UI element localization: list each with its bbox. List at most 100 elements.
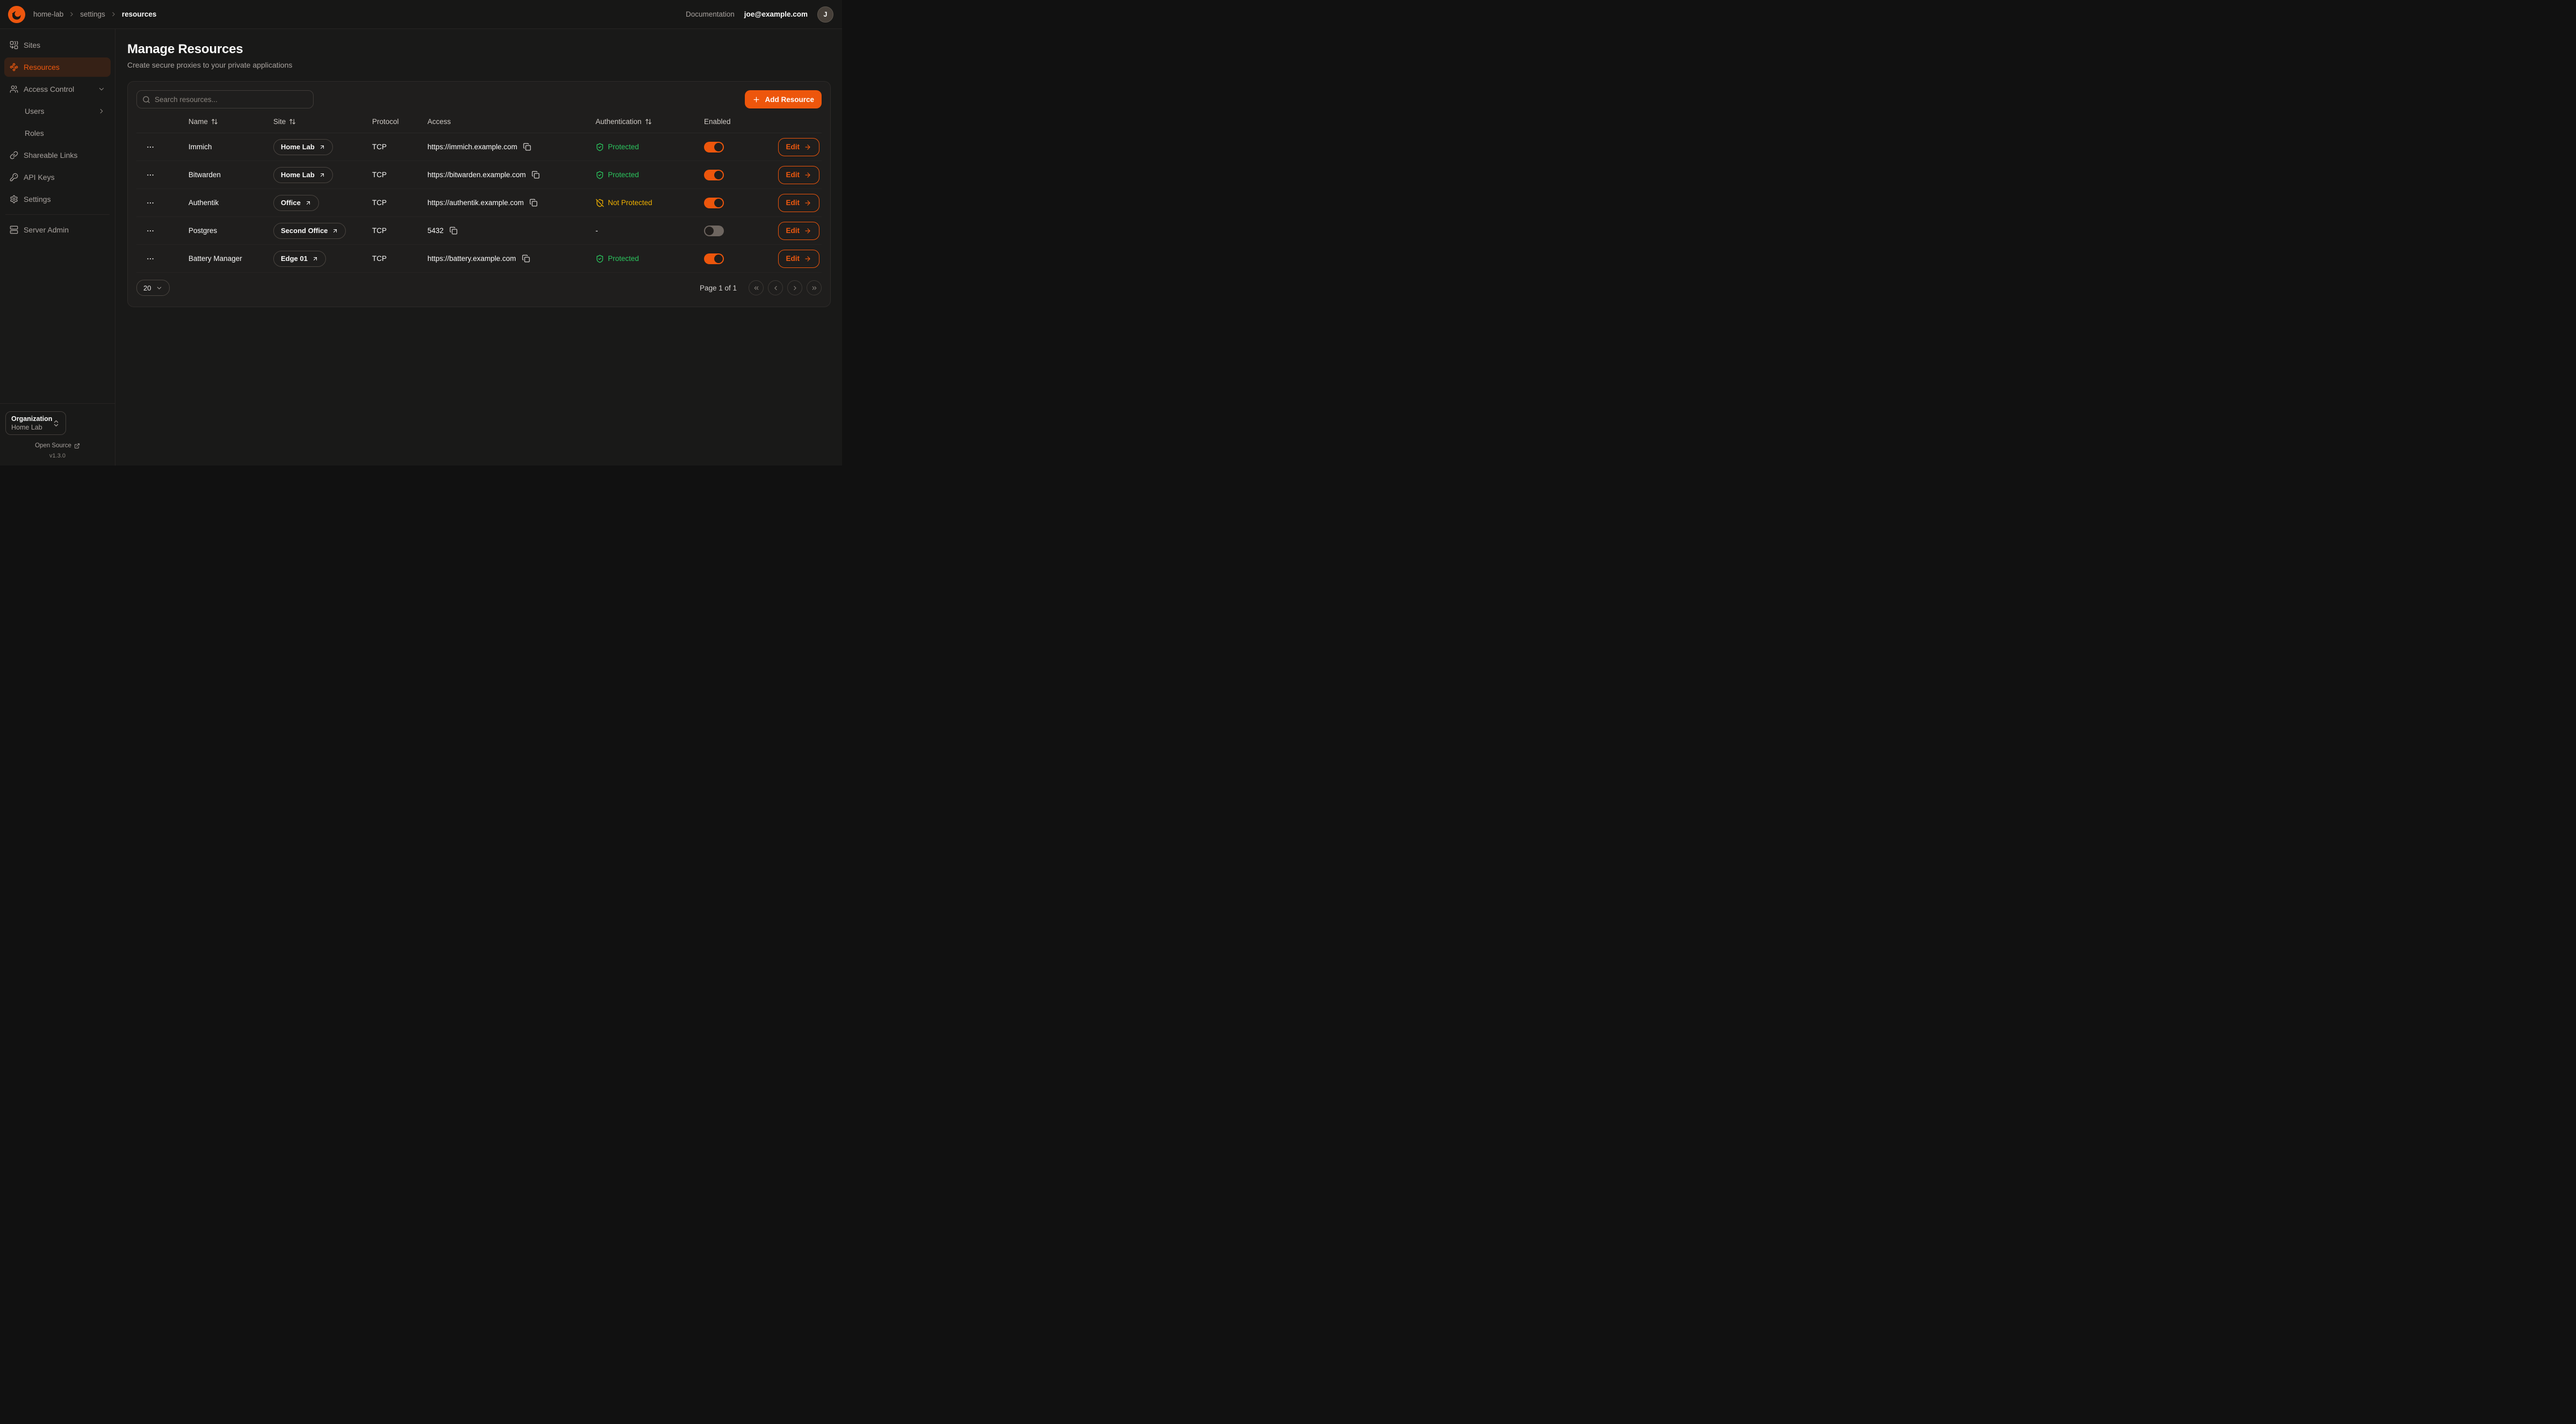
chevron-left-icon: [772, 285, 779, 292]
table-row: Bitwarden Home Lab TCP https://bitwarden…: [136, 161, 822, 189]
chevron-down-icon: [156, 285, 163, 292]
column-header-name[interactable]: Name: [188, 118, 273, 126]
resource-access-url: https://authentik.example.com: [427, 199, 524, 207]
row-menu-button[interactable]: [144, 252, 157, 265]
add-resource-button[interactable]: Add Resource: [745, 90, 822, 108]
breadcrumb-home-lab[interactable]: home-lab: [33, 10, 63, 18]
add-resource-label: Add Resource: [765, 96, 814, 104]
sidebar-item-label: Access Control: [24, 85, 92, 93]
table-row: Battery Manager Edge 01 TCP https://batt…: [136, 245, 822, 273]
shield-check-icon: [596, 171, 604, 179]
chevrons-right-icon: [811, 285, 818, 292]
sidebar-item-label: Settings: [24, 195, 105, 204]
row-menu-button[interactable]: [144, 169, 157, 181]
edit-button[interactable]: Edit: [778, 250, 820, 268]
resource-protocol: TCP: [372, 171, 427, 179]
copy-icon[interactable]: [521, 253, 531, 264]
sort-icon: [645, 118, 652, 125]
resource-protocol: TCP: [372, 255, 427, 263]
edit-button[interactable]: Edit: [778, 138, 820, 156]
sidebar-item-access-control[interactable]: Access Control: [4, 79, 111, 99]
site-link-button[interactable]: Home Lab: [273, 167, 333, 183]
documentation-link[interactable]: Documentation: [686, 10, 735, 18]
arrow-right-icon: [804, 255, 811, 263]
enabled-toggle[interactable]: [704, 198, 724, 208]
site-link-button[interactable]: Edge 01: [273, 251, 326, 267]
sidebar-item-users[interactable]: Users: [4, 101, 111, 121]
sidebar-item-settings[interactable]: Settings: [4, 190, 111, 209]
last-page-button[interactable]: [807, 280, 822, 295]
copy-icon[interactable]: [448, 226, 459, 236]
breadcrumb-settings[interactable]: settings: [80, 10, 105, 18]
sidebar-divider: [5, 214, 110, 215]
search-input[interactable]: [155, 96, 308, 104]
column-header-authentication[interactable]: Authentication: [596, 118, 704, 126]
chevron-down-icon: [98, 85, 105, 93]
enabled-toggle[interactable]: [704, 142, 724, 152]
copy-icon[interactable]: [528, 198, 539, 208]
page-subtitle: Create secure proxies to your private ap…: [127, 61, 831, 69]
resource-protocol: TCP: [372, 227, 427, 235]
breadcrumb-separator-icon: [68, 11, 75, 18]
table-row: Authentik Office TCP https://authentik.e…: [136, 189, 822, 217]
open-source-link[interactable]: Open Source: [5, 442, 110, 449]
site-link-button[interactable]: Second Office: [273, 223, 346, 239]
sidebar-item-label: Resources: [24, 63, 105, 71]
enabled-toggle[interactable]: [704, 170, 724, 180]
ellipsis-icon: [146, 171, 155, 179]
edit-button[interactable]: Edit: [778, 222, 820, 240]
chevron-right-icon: [792, 285, 799, 292]
table-footer: 20 Page 1 of 1: [136, 280, 822, 296]
edit-button[interactable]: Edit: [778, 166, 820, 184]
previous-page-button[interactable]: [768, 280, 783, 295]
first-page-button[interactable]: [749, 280, 764, 295]
sidebar-item-label: Shareable Links: [24, 151, 105, 159]
row-menu-button[interactable]: [144, 141, 157, 154]
column-header-access: Access: [427, 118, 596, 126]
column-header-site[interactable]: Site: [273, 118, 372, 126]
row-menu-button[interactable]: [144, 197, 157, 209]
site-link-button[interactable]: Home Lab: [273, 139, 333, 155]
edit-button[interactable]: Edit: [778, 194, 820, 212]
users-icon: [10, 85, 18, 93]
resource-access-url: https://battery.example.com: [427, 255, 516, 263]
table-header: Name Site Protocol Access Authentication…: [136, 111, 822, 133]
search-icon: [142, 96, 150, 104]
arrow-up-right-icon: [312, 256, 318, 262]
pangolin-logo-icon[interactable]: [8, 5, 26, 24]
search-box: [136, 90, 314, 108]
resource-access-url: https://immich.example.com: [427, 143, 517, 151]
arrow-up-right-icon: [319, 172, 325, 178]
resource-protocol: TCP: [372, 143, 427, 151]
sidebar-item-shareable-links[interactable]: Shareable Links: [4, 146, 111, 165]
app-version: v1.3.0: [5, 453, 110, 459]
org-switcher[interactable]: Organization Home Lab: [5, 411, 66, 435]
page-size-select[interactable]: 20: [136, 280, 170, 296]
page-size-value: 20: [143, 284, 151, 292]
sidebar-item-sites[interactable]: Sites: [4, 35, 111, 55]
resource-access-url: 5432: [427, 227, 444, 235]
sidebar-item-roles[interactable]: Roles: [4, 123, 111, 143]
sidebar-item-resources[interactable]: Resources: [4, 57, 111, 77]
sidebar-item-api-keys[interactable]: API Keys: [4, 168, 111, 187]
sidebar-item-label: Sites: [24, 41, 105, 49]
copy-icon[interactable]: [522, 142, 532, 152]
avatar[interactable]: J: [817, 6, 833, 23]
row-menu-button[interactable]: [144, 224, 157, 237]
copy-icon[interactable]: [531, 170, 541, 180]
ellipsis-icon: [146, 227, 155, 235]
resource-access-url: https://bitwarden.example.com: [427, 171, 526, 179]
site-link-button[interactable]: Office: [273, 195, 319, 211]
ellipsis-icon: [146, 143, 155, 151]
auth-status: Protected: [608, 171, 639, 179]
enabled-toggle[interactable]: [704, 253, 724, 264]
sort-icon: [211, 118, 218, 125]
column-header-protocol: Protocol: [372, 118, 427, 126]
sidebar-item-label: API Keys: [24, 173, 105, 181]
sidebar-nav: Sites Resources Access Control: [0, 29, 115, 403]
next-page-button[interactable]: [787, 280, 802, 295]
enabled-toggle[interactable]: [704, 226, 724, 236]
shield-check-icon: [596, 143, 604, 151]
sidebar-item-server-admin[interactable]: Server Admin: [4, 220, 111, 239]
org-switcher-value: Home Lab: [11, 423, 52, 432]
